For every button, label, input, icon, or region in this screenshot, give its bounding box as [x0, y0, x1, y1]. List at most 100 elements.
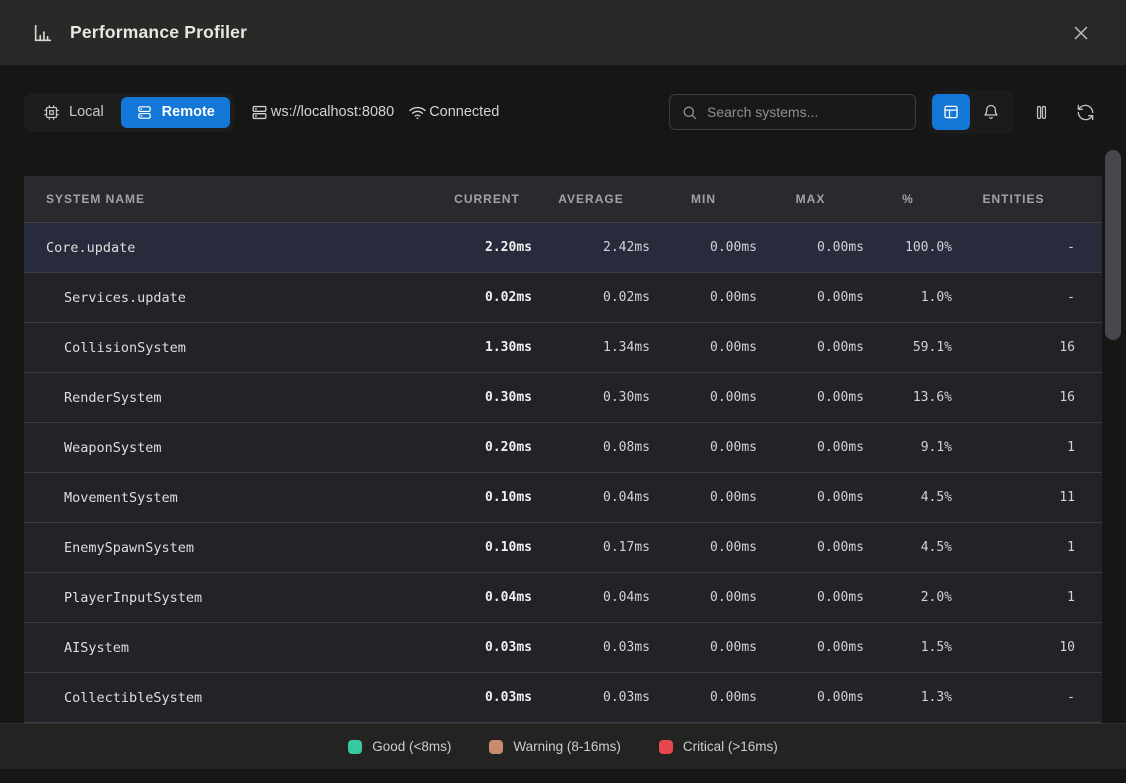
table-row[interactable]: WeaponSystem 0.20ms 0.08ms 0.00ms 0.00ms…	[24, 423, 1102, 473]
table-view-button[interactable]	[932, 94, 970, 130]
table-row[interactable]: Core.update 2.20ms 2.42ms 0.00ms 0.00ms …	[24, 223, 1102, 273]
wifi-icon	[408, 103, 427, 122]
min-cell: 0.00ms	[650, 590, 757, 605]
average-cell: 0.08ms	[532, 440, 650, 455]
server-icon	[250, 103, 269, 122]
max-cell: 0.00ms	[757, 590, 864, 605]
max-cell: 0.00ms	[757, 240, 864, 255]
legend-label: Good (<8ms)	[372, 739, 451, 754]
legend-label: Warning (8-16ms)	[513, 739, 621, 754]
close-icon[interactable]	[1066, 18, 1096, 48]
pause-button[interactable]	[1024, 94, 1058, 130]
entities-cell: -	[952, 240, 1075, 255]
system-name-cell: WeaponSystem	[24, 440, 442, 456]
column-header-percent: %	[864, 192, 952, 206]
ws-url-group: ws://localhost:8080	[250, 103, 394, 122]
system-name-cell: AISystem	[24, 640, 442, 656]
max-cell: 0.00ms	[757, 440, 864, 455]
connection-info: ws://localhost:8080 Connected	[250, 103, 499, 122]
table-row[interactable]: Services.update 0.02ms 0.02ms 0.00ms 0.0…	[24, 273, 1102, 323]
search-icon	[681, 104, 698, 121]
table-row[interactable]: EnemySpawnSystem 0.10ms 0.17ms 0.00ms 0.…	[24, 523, 1102, 573]
current-cell: 1.30ms	[442, 340, 532, 355]
current-cell: 2.20ms	[442, 240, 532, 255]
systems-table: SYSTEM NAME CURRENT AVERAGE MIN MAX % EN…	[24, 176, 1102, 723]
average-cell: 1.34ms	[532, 340, 650, 355]
current-cell: 0.30ms	[442, 390, 532, 405]
table-row[interactable]: MovementSystem 0.10ms 0.04ms 0.00ms 0.00…	[24, 473, 1102, 523]
column-header-min: MIN	[650, 192, 757, 206]
table-row[interactable]: RenderSystem 0.30ms 0.30ms 0.00ms 0.00ms…	[24, 373, 1102, 423]
table-header-row: SYSTEM NAME CURRENT AVERAGE MIN MAX % EN…	[24, 176, 1102, 223]
legend-label: Critical (>16ms)	[683, 739, 778, 754]
column-header-current: CURRENT	[442, 192, 532, 206]
percent-cell: 1.3%	[864, 690, 952, 705]
current-cell: 0.10ms	[442, 490, 532, 505]
percent-cell: 100.0%	[864, 240, 952, 255]
max-cell: 0.00ms	[757, 640, 864, 655]
average-cell: 0.30ms	[532, 390, 650, 405]
percent-cell: 9.1%	[864, 440, 952, 455]
alerts-button[interactable]	[972, 94, 1010, 130]
entities-cell: 16	[952, 340, 1075, 355]
average-cell: 0.17ms	[532, 540, 650, 555]
table-row[interactable]: PlayerInputSystem 0.04ms 0.04ms 0.00ms 0…	[24, 573, 1102, 623]
legend-swatch	[659, 740, 673, 754]
system-name-cell: Core.update	[24, 240, 442, 256]
min-cell: 0.00ms	[650, 540, 757, 555]
legend-bar: Good (<8ms) Warning (8-16ms) Critical (>…	[0, 723, 1126, 769]
max-cell: 0.00ms	[757, 340, 864, 355]
current-cell: 0.20ms	[442, 440, 532, 455]
current-cell: 0.02ms	[442, 290, 532, 305]
search-box	[669, 94, 916, 130]
average-cell: 0.02ms	[532, 290, 650, 305]
current-cell: 0.04ms	[442, 590, 532, 605]
average-cell: 0.04ms	[532, 490, 650, 505]
column-header-system-name: SYSTEM NAME	[24, 192, 442, 206]
current-cell: 0.10ms	[442, 540, 532, 555]
max-cell: 0.00ms	[757, 690, 864, 705]
toolbar: Local Remote	[24, 90, 1102, 134]
min-cell: 0.00ms	[650, 490, 757, 505]
system-name-cell: RenderSystem	[24, 390, 442, 406]
max-cell: 0.00ms	[757, 290, 864, 305]
entities-cell: 16	[952, 390, 1075, 405]
percent-cell: 1.0%	[864, 290, 952, 305]
percent-cell: 13.6%	[864, 390, 952, 405]
legend-swatch	[348, 740, 362, 754]
table-row[interactable]: CollectibleSystem 0.03ms 0.03ms 0.00ms 0…	[24, 673, 1102, 723]
column-header-average: AVERAGE	[532, 192, 650, 206]
entities-cell: 1	[952, 590, 1075, 605]
system-name-cell: MovementSystem	[24, 490, 442, 506]
min-cell: 0.00ms	[650, 240, 757, 255]
table-row[interactable]: AISystem 0.03ms 0.03ms 0.00ms 0.00ms 1.5…	[24, 623, 1102, 673]
average-cell: 0.03ms	[532, 640, 650, 655]
system-name-cell: CollectibleSystem	[24, 690, 442, 706]
column-header-max: MAX	[757, 192, 864, 206]
vertical-scrollbar-thumb[interactable]	[1105, 150, 1121, 340]
refresh-button[interactable]	[1068, 94, 1102, 130]
local-mode-button[interactable]: Local	[28, 97, 119, 128]
legend-swatch	[489, 740, 503, 754]
max-cell: 0.00ms	[757, 490, 864, 505]
table-row[interactable]: CollisionSystem 1.30ms 1.34ms 0.00ms 0.0…	[24, 323, 1102, 373]
min-cell: 0.00ms	[650, 290, 757, 305]
legend-item: Critical (>16ms)	[659, 739, 778, 754]
average-cell: 0.03ms	[532, 690, 650, 705]
entities-cell: 10	[952, 640, 1075, 655]
legend-item: Warning (8-16ms)	[489, 739, 621, 754]
system-name-cell: Services.update	[24, 290, 442, 306]
percent-cell: 1.5%	[864, 640, 952, 655]
title-bar: Performance Profiler	[0, 0, 1126, 66]
max-cell: 0.00ms	[757, 390, 864, 405]
remote-mode-button[interactable]: Remote	[121, 97, 230, 128]
current-cell: 0.03ms	[442, 640, 532, 655]
bar-chart-icon	[32, 22, 54, 44]
min-cell: 0.00ms	[650, 690, 757, 705]
refresh-icon	[1076, 103, 1095, 122]
legend-item: Good (<8ms)	[348, 739, 451, 754]
remote-mode-label: Remote	[162, 104, 215, 120]
cpu-icon	[43, 104, 60, 121]
search-input[interactable]	[707, 104, 904, 120]
column-header-entities: ENTITIES	[952, 192, 1075, 206]
